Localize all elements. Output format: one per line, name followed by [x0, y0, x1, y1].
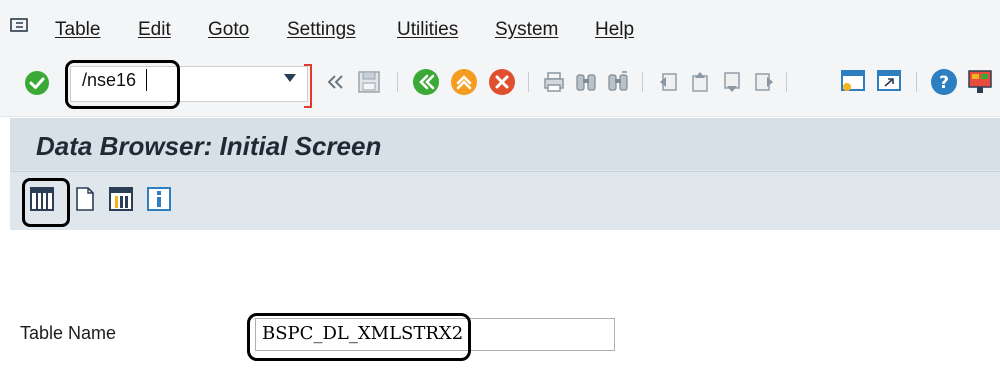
table-contents-highlight	[22, 178, 70, 227]
chevron-down-icon[interactable]	[284, 74, 296, 82]
new-entries-icon[interactable]	[74, 186, 96, 212]
toolbar-separator	[397, 72, 398, 92]
previous-page-icon[interactable]	[688, 70, 712, 94]
menu-edit[interactable]: Edit	[138, 19, 171, 41]
menu-toggle-icon[interactable]	[10, 18, 28, 32]
first-page-icon[interactable]	[656, 70, 680, 94]
menu-system[interactable]: System	[495, 19, 558, 41]
command-field-bracket	[304, 64, 312, 108]
table-name-highlight	[247, 313, 471, 361]
toolbar-separator	[528, 72, 529, 92]
find-icon[interactable]	[574, 70, 598, 94]
back-icon[interactable]	[412, 68, 440, 96]
info-icon[interactable]	[146, 186, 172, 212]
page-title: Data Browser: Initial Screen	[36, 131, 382, 161]
table-name-label: Table Name	[20, 323, 117, 343]
menu-table[interactable]: Table	[55, 19, 100, 41]
help-icon[interactable]: ?	[930, 68, 958, 96]
menu-utilities[interactable]: Utilities	[397, 19, 458, 41]
svg-text:?: ?	[939, 73, 949, 93]
customize-layout-icon[interactable]	[966, 68, 994, 96]
cancel-icon[interactable]	[488, 68, 516, 96]
toolbar-separator	[786, 72, 787, 92]
toolbar-separator	[642, 72, 643, 92]
table-icon[interactable]	[108, 186, 134, 212]
command-field-highlight	[65, 60, 180, 109]
find-next-icon[interactable]	[606, 70, 630, 94]
next-page-icon[interactable]	[720, 70, 744, 94]
last-page-icon[interactable]	[752, 70, 776, 94]
menu-help[interactable]: Help	[595, 19, 634, 41]
create-session-icon[interactable]	[840, 68, 866, 94]
print-icon[interactable]	[542, 70, 566, 94]
menu-settings[interactable]: Settings	[287, 19, 356, 41]
shortcut-icon[interactable]	[876, 68, 902, 94]
exit-icon[interactable]	[450, 68, 478, 96]
enter-icon[interactable]	[24, 70, 50, 96]
toolbar-separator	[916, 72, 917, 92]
divider	[10, 171, 1000, 172]
save-icon[interactable]	[356, 69, 382, 95]
back-arrows-icon[interactable]	[326, 72, 346, 92]
menu-goto[interactable]: Goto	[208, 19, 249, 41]
